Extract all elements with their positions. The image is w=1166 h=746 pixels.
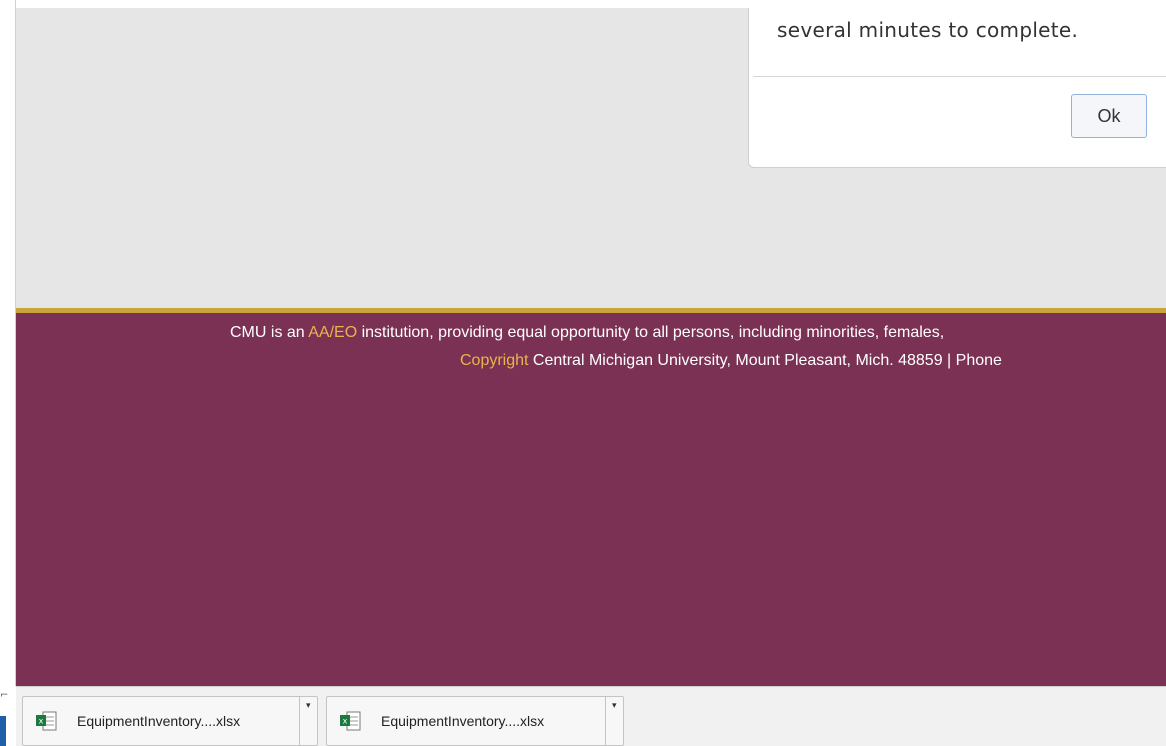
dialog-message: several minutes to complete. (777, 18, 1079, 42)
dialog-divider (753, 76, 1166, 77)
footer-text-prefix: CMU is an (230, 324, 309, 341)
download-file-name: EquipmentInventory....xlsx (77, 713, 241, 729)
copyright-link[interactable]: Copyright (460, 352, 528, 369)
aa-eo-link[interactable]: AA/EO (308, 324, 357, 341)
chevron-down-icon: ▾ (612, 701, 617, 711)
footer-equal-opportunity-text: CMU is an AA/EO institution, providing e… (230, 324, 944, 342)
page-content-area: several minutes to complete. Ok (16, 8, 1166, 308)
chevron-down-icon: ▾ (306, 701, 311, 711)
scroll-marker-icon: ⌐ (0, 690, 9, 701)
download-options-button[interactable]: ▾ (299, 697, 320, 745)
ok-button[interactable]: Ok (1071, 94, 1147, 138)
footer-address-text: Central Michigan University, Mount Pleas… (528, 352, 1002, 369)
download-options-button[interactable]: ▾ (605, 697, 626, 745)
download-bar: x EquipmentInventory....xlsx ▾ x Equipme… (16, 686, 1166, 746)
left-window-edge: ⌐ (0, 0, 16, 746)
footer-text-suffix: institution, providing equal opportunity… (357, 324, 945, 341)
excel-file-icon: x (340, 711, 361, 731)
download-item[interactable]: x EquipmentInventory....xlsx ▾ (326, 696, 624, 746)
notice-dialog: several minutes to complete. Ok (748, 8, 1166, 168)
excel-file-icon: x (36, 711, 57, 731)
footer-copyright-text: Copyright Central Michigan University, M… (460, 352, 1002, 370)
svg-text:x: x (39, 717, 44, 726)
download-item[interactable]: x EquipmentInventory....xlsx ▾ (22, 696, 318, 746)
svg-text:x: x (343, 717, 348, 726)
download-file-name: EquipmentInventory....xlsx (381, 713, 545, 729)
taskbar-fragment (0, 716, 6, 746)
site-footer: CMU is an AA/EO institution, providing e… (16, 308, 1166, 686)
